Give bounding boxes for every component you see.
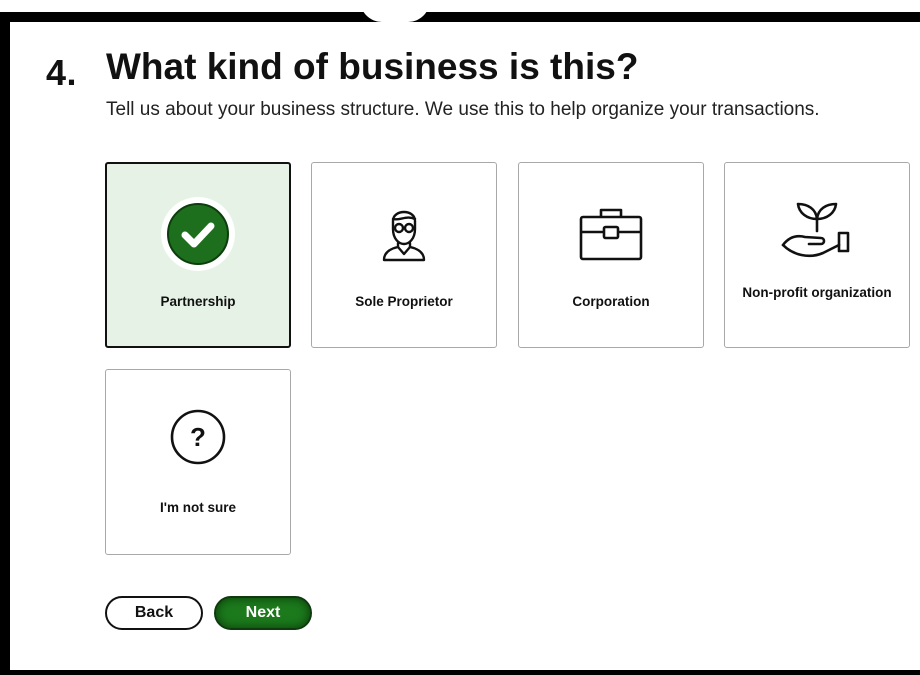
option-label: Partnership: [160, 294, 236, 309]
option-label: Sole Proprietor: [355, 294, 453, 309]
option-non-profit-card[interactable]: Non-profit organization: [724, 162, 910, 348]
top-frame: [0, 0, 920, 22]
left-frame: [0, 12, 10, 675]
person-icon: [382, 210, 426, 262]
step-number: 4.: [46, 52, 78, 93]
svg-text:?: ?: [190, 422, 206, 452]
briefcase-icon: [579, 208, 643, 261]
page-title: What kind of business is this?: [106, 46, 639, 87]
checkmark-circle-icon: [161, 197, 235, 271]
option-sole-proprietor-card[interactable]: Sole Proprietor: [311, 162, 497, 348]
page-subtitle: Tell us about your business structure. W…: [106, 99, 820, 120]
question-circle-icon: ?: [170, 409, 226, 465]
option-not-sure-card[interactable]: ? I'm not sure: [105, 369, 291, 555]
bottom-frame: [0, 670, 920, 675]
back-button[interactable]: Back: [105, 596, 203, 630]
plant-hand-icon: [781, 202, 850, 258]
option-label: Non-profit organization: [742, 285, 892, 300]
next-button[interactable]: Next: [214, 596, 312, 630]
option-partnership-card[interactable]: Partnership: [105, 162, 291, 348]
option-label: Corporation: [572, 294, 650, 309]
option-label: I'm not sure: [160, 500, 236, 515]
option-corporation-card[interactable]: Corporation: [518, 162, 704, 348]
